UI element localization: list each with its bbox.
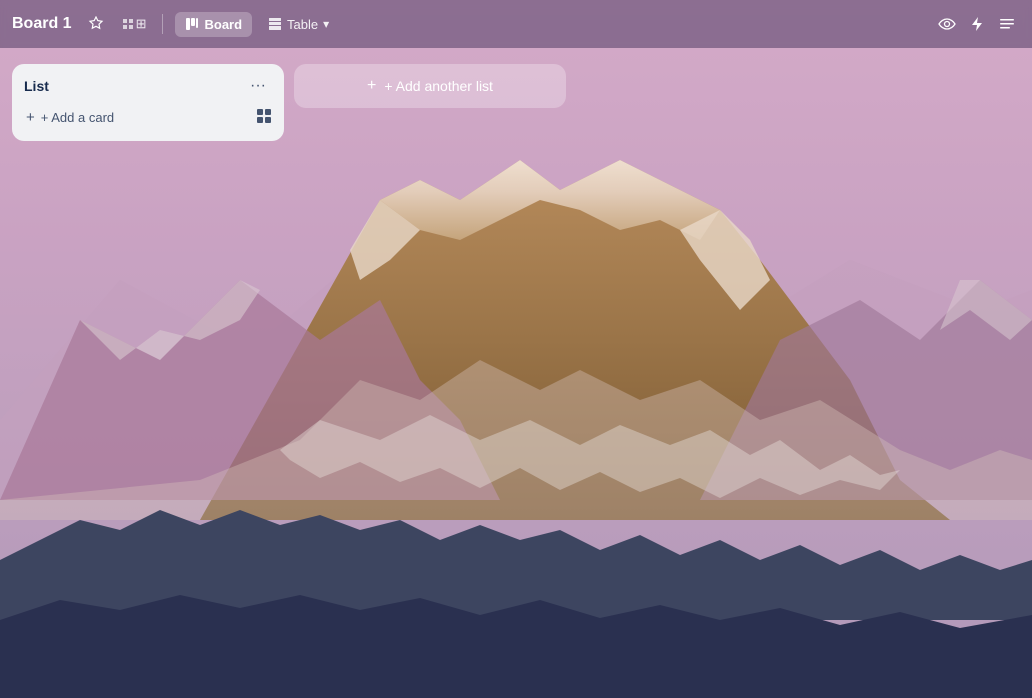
plus-icon: +	[26, 110, 35, 125]
automation-icon	[120, 16, 136, 32]
lightning-button[interactable]	[964, 11, 990, 37]
list-menu-button[interactable]: ···	[244, 76, 272, 96]
table-view-button[interactable]: Table ▾	[260, 12, 337, 37]
star-icon	[88, 16, 104, 32]
ellipsis-icon: ···	[250, 77, 266, 94]
watch-icon	[938, 15, 956, 33]
table-view-label: Table	[287, 17, 318, 32]
add-list-button[interactable]: + + Add another list	[294, 64, 566, 108]
table-view-icon	[268, 17, 282, 31]
lightning-icon	[968, 15, 986, 33]
board-title: Board 1	[12, 15, 72, 33]
divider	[162, 14, 163, 34]
board-view-button[interactable]: Board	[175, 12, 252, 37]
board-view-label: Board	[204, 17, 242, 32]
card-template-button[interactable]	[252, 106, 276, 129]
automation-button[interactable]: ⊞	[116, 12, 151, 36]
list-title: List	[24, 78, 49, 94]
list-header: List ···	[20, 74, 276, 98]
list-card: List ··· + + Add a card	[12, 64, 284, 141]
chevron-down-icon: ▾	[323, 17, 329, 31]
right-icons	[934, 11, 1020, 37]
add-list-label: + Add another list	[384, 78, 493, 94]
add-card-row: + + Add a card	[20, 104, 276, 131]
add-card-button[interactable]: + + Add a card	[20, 104, 252, 131]
add-list-plus-icon: +	[367, 77, 376, 95]
board-content: List ··· + + Add a card +	[0, 48, 1032, 698]
star-button[interactable]	[84, 12, 108, 36]
menu-icon	[998, 15, 1016, 33]
topbar: Board 1 ⊞ Board Table ▾	[0, 0, 1032, 48]
menu-button[interactable]	[994, 11, 1020, 37]
board-view-icon	[185, 17, 199, 31]
card-template-icon	[256, 108, 272, 124]
add-card-label: + Add a card	[41, 110, 114, 125]
watch-button[interactable]	[934, 11, 960, 37]
